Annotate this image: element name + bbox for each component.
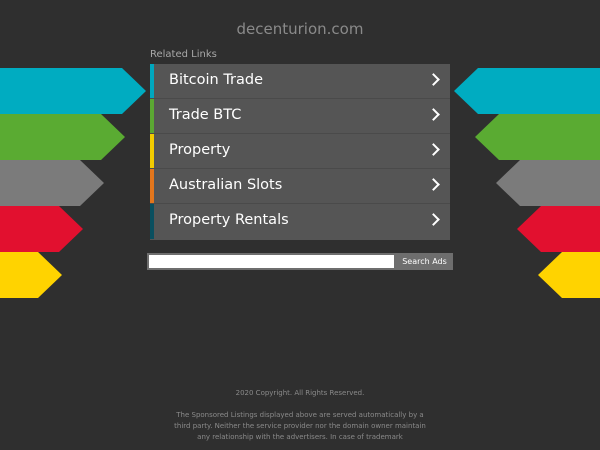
chevron-right-icon <box>427 108 440 121</box>
chevron-right-icon <box>427 178 440 191</box>
related-link-label: Trade BTC <box>169 107 242 123</box>
right-arrow-5 <box>538 252 600 298</box>
related-link-australian-slots[interactable]: Australian Slots <box>150 169 450 204</box>
left-arrow-5 <box>0 252 62 298</box>
link-color-bar <box>150 64 154 98</box>
related-link-trade-btc[interactable]: Trade BTC <box>150 99 450 134</box>
related-links-label: Related Links <box>150 49 217 60</box>
chevron-right-icon <box>427 143 440 156</box>
search-ads-form: Search Ads <box>147 253 453 270</box>
left-arrow-2 <box>0 114 125 160</box>
right-arrow-3 <box>496 160 600 206</box>
link-color-bar <box>150 204 154 239</box>
related-link-bitcoin-trade[interactable]: Bitcoin Trade <box>150 64 450 99</box>
domain-title: decenturion.com <box>236 20 364 38</box>
right-arrow-1 <box>454 68 600 114</box>
disclaimer-text: The Sponsored Listings displayed above a… <box>174 411 426 441</box>
left-arrow-4 <box>0 206 83 252</box>
parked-domain-page: decenturion.com Related Links Bitcoin Tr… <box>0 0 600 450</box>
related-links-list: Bitcoin Trade Trade BTC Property Austral… <box>150 64 450 240</box>
search-ads-input[interactable] <box>149 255 394 268</box>
chevron-right-icon <box>427 213 440 226</box>
right-arrow-4 <box>517 206 600 252</box>
link-color-bar <box>150 99 154 133</box>
related-link-label: Bitcoin Trade <box>169 72 264 88</box>
left-arrow-1 <box>0 68 146 114</box>
left-arrow-3 <box>0 160 104 206</box>
related-link-label: Australian Slots <box>169 177 283 193</box>
related-link-label: Property Rentals <box>169 212 289 228</box>
related-link-label: Property <box>169 142 231 158</box>
link-color-bar <box>150 134 154 168</box>
copyright-text: 2020 Copyright. All Rights Reserved. <box>235 389 365 397</box>
search-ads-button[interactable]: Search Ads <box>396 253 453 270</box>
right-arrow-2 <box>475 114 600 160</box>
chevron-right-icon <box>427 73 440 86</box>
related-link-property[interactable]: Property <box>150 134 450 169</box>
link-color-bar <box>150 169 154 203</box>
related-link-property-rentals[interactable]: Property Rentals <box>150 204 450 239</box>
